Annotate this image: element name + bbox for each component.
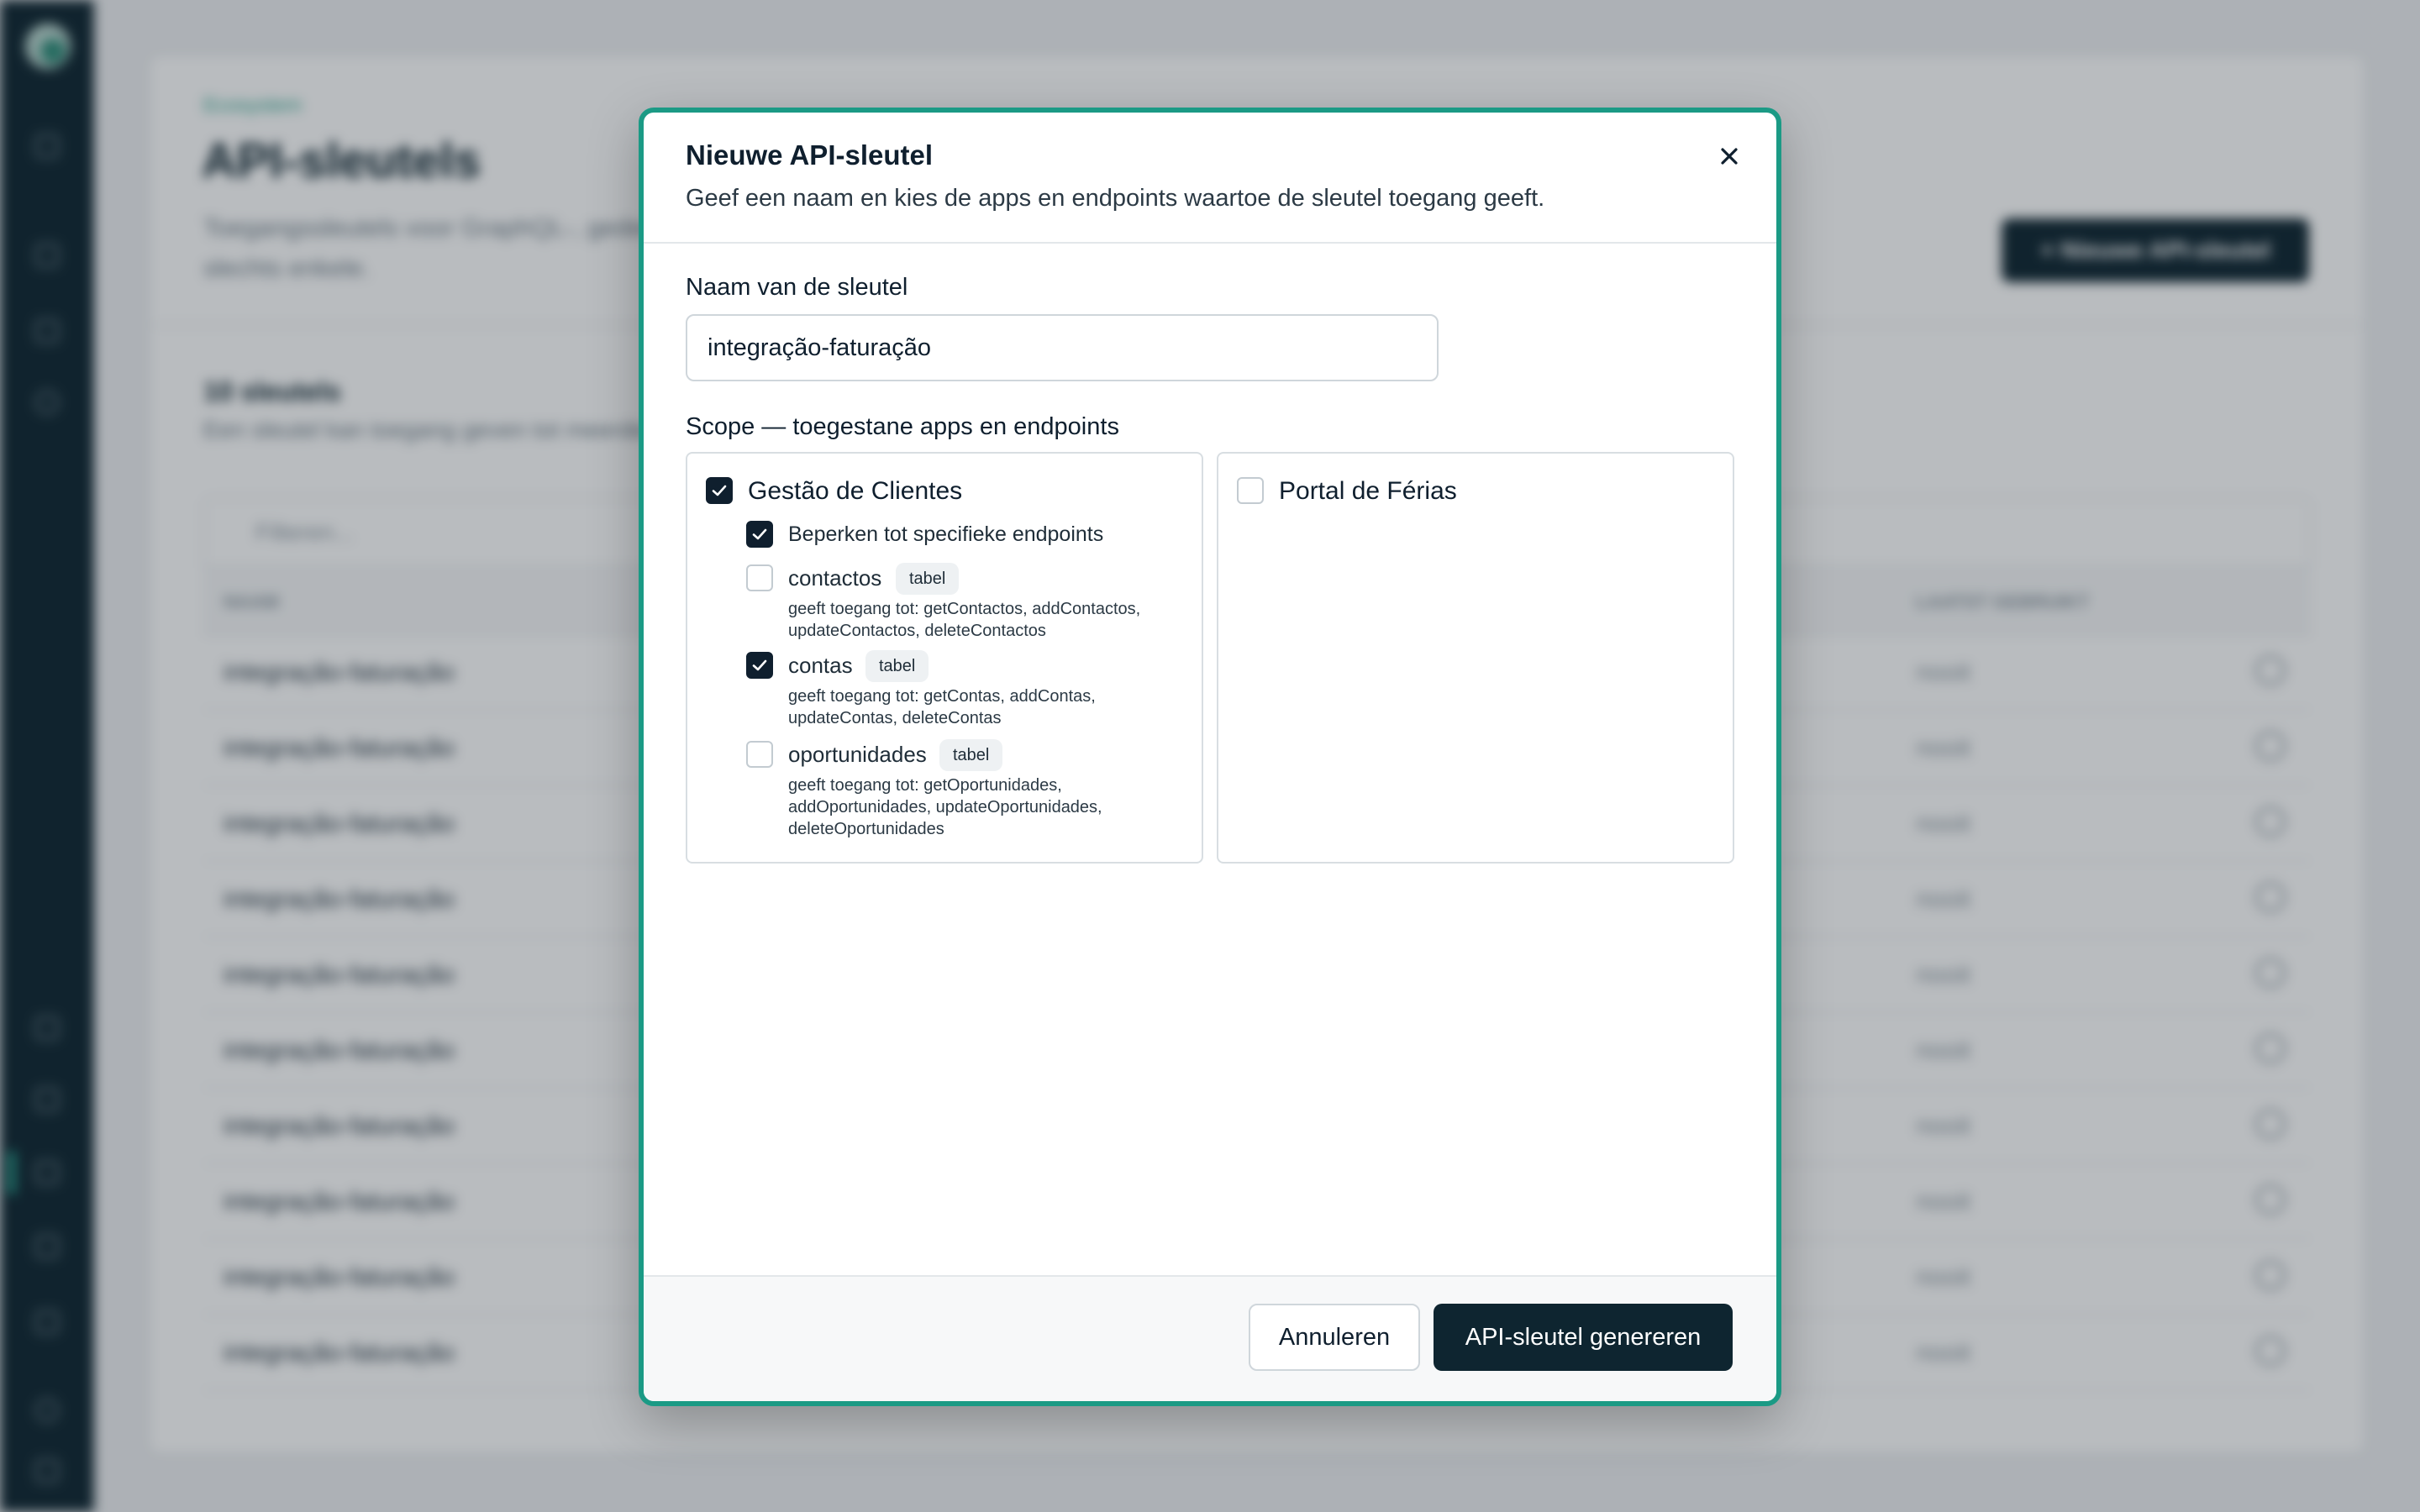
- endpoint-checkbox-contas[interactable]: [746, 652, 773, 679]
- new-api-key-dialog: Nieuwe API-sleutel Geef een naam en kies…: [639, 108, 1781, 1406]
- endpoint-tag: tabel: [939, 739, 1003, 771]
- close-button[interactable]: [1711, 138, 1748, 175]
- app-checkbox-portal-de-ferias[interactable]: [1237, 477, 1264, 504]
- app-name: Gestão de Clientes: [748, 477, 963, 505]
- endpoint-name: oportunidades: [788, 742, 927, 767]
- endpoint-name: contactos: [788, 565, 882, 591]
- dialog-title: Nieuwe API-sleutel: [686, 139, 934, 171]
- restrict-endpoints-label: Beperken tot specifieke endpoints: [788, 522, 1104, 546]
- app-name: Portal de Férias: [1279, 477, 1457, 505]
- check-icon: [712, 485, 727, 496]
- check-icon: [752, 659, 767, 671]
- restrict-endpoints-checkbox[interactable]: [746, 521, 773, 548]
- generate-api-key-button[interactable]: API-sleutel genereren: [1434, 1304, 1733, 1371]
- app-checkbox-gestao-de-clientes[interactable]: [706, 477, 733, 504]
- endpoint-description: geeft toegang tot: getOportunidades, add…: [788, 776, 1102, 838]
- dialog-subtitle: Geef een naam en kies de apps en endpoin…: [686, 185, 1545, 212]
- check-icon: [752, 528, 767, 540]
- app-card-portal-de-ferias: Portal de Férias: [1217, 452, 1734, 864]
- key-name-input[interactable]: [686, 314, 1439, 381]
- endpoint-description: geeft toegang tot: getContactos, addCont…: [788, 600, 1141, 640]
- endpoint-checkbox-oportunidades[interactable]: [746, 741, 773, 768]
- endpoint-tag: tabel: [896, 563, 960, 595]
- key-name-label: Naam van de sleutel: [686, 274, 908, 301]
- scope-label: Scope — toegestane apps en endpoints: [686, 413, 1119, 440]
- endpoint-checkbox-contactos[interactable]: [746, 564, 773, 591]
- cancel-button[interactable]: Annuleren: [1249, 1304, 1420, 1371]
- close-icon: [1721, 148, 1738, 165]
- endpoint-name: contas: [788, 653, 853, 678]
- dialog-footer: Annuleren API-sleutel genereren: [644, 1275, 1776, 1401]
- endpoint-description: geeft toegang tot: getContas, addContas,…: [788, 687, 1096, 727]
- app-card-gestao-de-clientes: Gestão de Clientes Beperken tot specifie…: [686, 452, 1203, 864]
- endpoint-tag: tabel: [865, 650, 929, 682]
- dialog-header: Nieuwe API-sleutel Geef een naam en kies…: [644, 113, 1776, 244]
